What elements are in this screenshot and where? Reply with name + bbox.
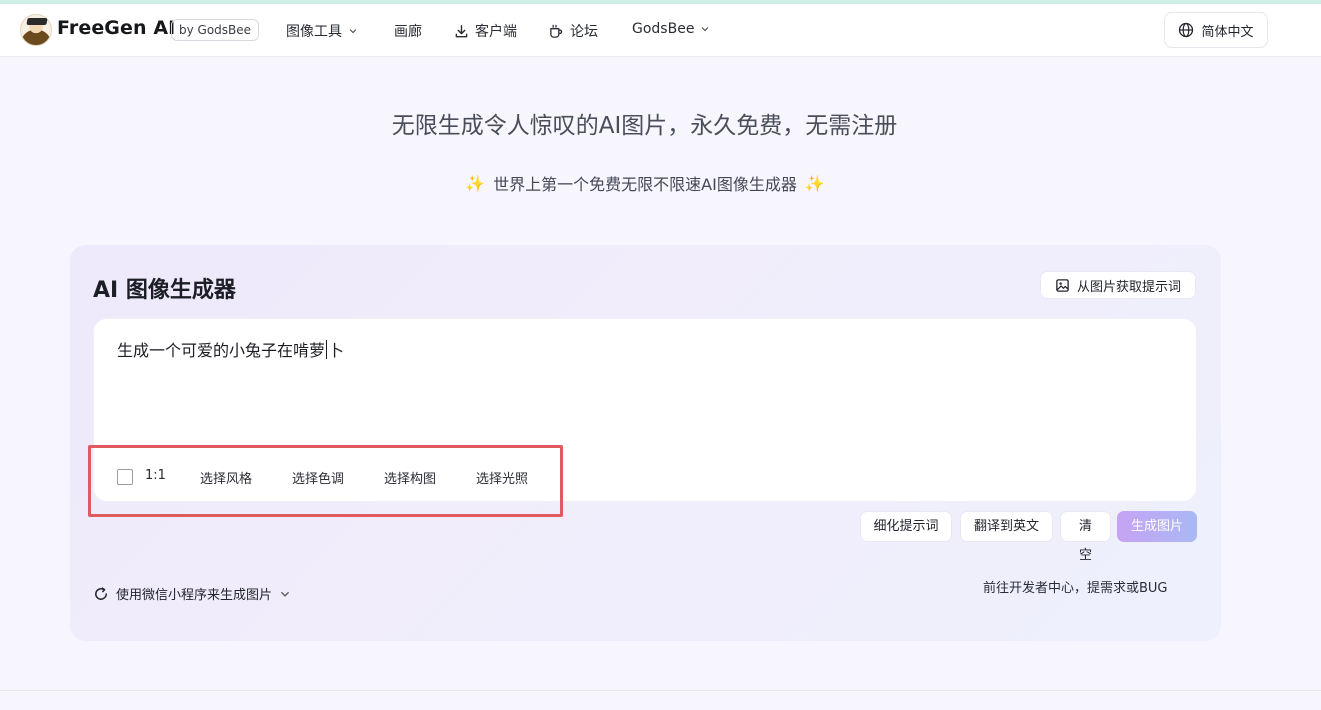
composition-select[interactable]: 选择构图 <box>384 468 436 487</box>
wechat-label: 使用微信小程序来生成图片 <box>116 588 273 603</box>
navbar: FreeGen AI by GodsBee 图像工具 画廊 客户端 论坛 God… <box>0 4 1321 57</box>
hero-subtitle: ✨ 世界上第一个免费无限不限速AI图像生成器 ✨ <box>0 171 1290 195</box>
footer-divider <box>0 690 1321 691</box>
nav-image-tools[interactable]: 图像工具 <box>286 21 358 41</box>
language-switcher[interactable]: 简体中文 <box>1164 12 1268 48</box>
sparkle-icon: ✨ <box>804 173 825 193</box>
nav-gallery-label: 画廊 <box>394 24 422 40</box>
prompt-text-before-caret: 生成一个可爱的小兔子在啃萝 <box>117 341 326 360</box>
generate-button[interactable]: 生成图片 <box>1117 511 1197 542</box>
developer-center-link[interactable]: 前往开发者中心，提需求或BUG <box>983 577 1168 596</box>
by-godsbee-badge[interactable]: by GodsBee <box>171 19 260 41</box>
prompt-text-after-caret: 卜 <box>328 341 345 360</box>
chevron-down-icon <box>280 591 290 597</box>
chevron-down-icon <box>702 27 709 32</box>
ratio-option[interactable]: 1:1 <box>145 468 166 483</box>
nav-forum[interactable]: 论坛 <box>548 21 598 41</box>
image-icon <box>1056 278 1069 292</box>
language-label: 简体中文 <box>1201 24 1254 40</box>
text-caret <box>326 340 328 359</box>
nav-gallery[interactable]: 画廊 <box>394 21 422 41</box>
image-to-prompt-button[interactable]: 从图片获取提示词 <box>1040 271 1196 299</box>
logo-avatar[interactable] <box>20 14 52 46</box>
nav-client[interactable]: 客户端 <box>454 21 517 41</box>
refine-prompt-button[interactable]: 细化提示词 <box>860 511 952 542</box>
translate-button[interactable]: 翻译到英文 <box>960 511 1053 542</box>
clear-button[interactable]: 清空 <box>1060 511 1111 563</box>
nav-forum-label: 论坛 <box>570 24 598 40</box>
wechat-miniprogram-toggle[interactable]: 使用微信小程序来生成图片 <box>93 584 291 603</box>
style-select[interactable]: 选择风格 <box>200 468 252 487</box>
nav-image-tools-label: 图像工具 <box>286 24 342 40</box>
download-icon <box>455 24 468 37</box>
nav-godsbee[interactable]: GodsBee <box>632 21 710 37</box>
lighting-select[interactable]: 选择光照 <box>476 468 528 487</box>
ratio-checkbox[interactable] <box>117 469 133 485</box>
hero-title: 无限生成令人惊叹的AI图片，永久免费，无需注册 <box>391 113 898 139</box>
color-select[interactable]: 选择色调 <box>292 468 344 487</box>
globe-icon <box>1179 22 1194 38</box>
nav-godsbee-label: GodsBee <box>632 21 695 37</box>
brand-name[interactable]: FreeGen AI <box>57 17 175 39</box>
prompt-text[interactable]: 生成一个可爱的小兔子在啃萝卜 <box>117 337 344 361</box>
nav-client-label: 客户端 <box>475 24 517 40</box>
sparkle-icon: ✨ <box>465 173 486 193</box>
hero-subtitle-text: 世界上第一个免费无限不限速AI图像生成器 <box>493 175 797 194</box>
image-to-prompt-label: 从图片获取提示词 <box>1076 279 1181 295</box>
chevron-down-icon <box>349 29 357 34</box>
refresh-icon <box>95 586 107 600</box>
coffee-cup-icon <box>550 24 563 38</box>
generator-title: AI 图像生成器 <box>93 278 236 303</box>
